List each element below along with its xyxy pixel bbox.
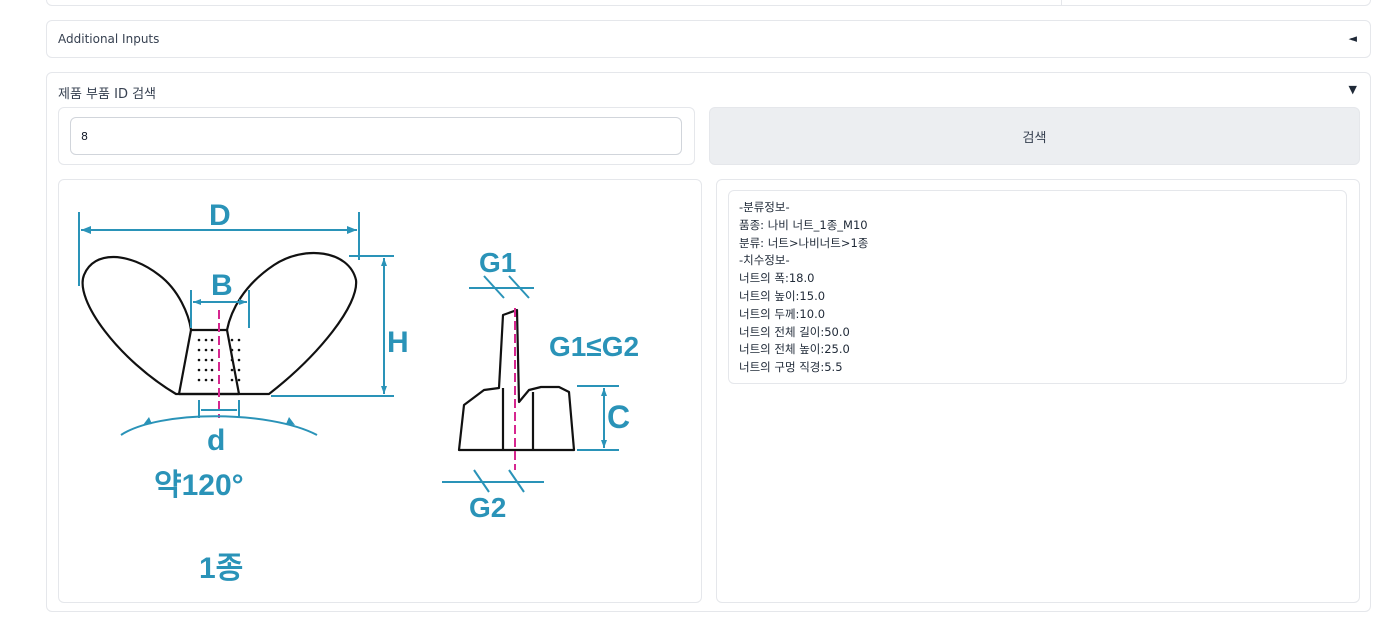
- label-angle: 약120°: [154, 469, 244, 502]
- label-b: B: [211, 269, 233, 302]
- caret-down-icon[interactable]: ▼: [1349, 83, 1357, 96]
- info-line: 너트의 폭:18.0: [739, 271, 815, 286]
- info-line: -치수정보-: [739, 253, 790, 268]
- search-button[interactable]: 검색: [709, 107, 1360, 165]
- info-line: 너트의 전체 길이:50.0: [739, 324, 850, 339]
- label-d-upper: D: [209, 199, 231, 232]
- accordion-title: Additional Inputs: [58, 32, 160, 46]
- info-line: -분류정보-: [739, 200, 790, 214]
- info-line: 품종: 나비 너트_1종_M10: [739, 217, 868, 232]
- info-line: 너트의 높이:15.0: [739, 288, 826, 303]
- info-line: 너트의 두께:10.0: [739, 306, 826, 321]
- label-g2: G2: [469, 492, 506, 523]
- accordion-title: 제품 부품 ID 검색: [58, 87, 157, 102]
- label-d-lower: d: [207, 424, 225, 457]
- label-h: H: [387, 326, 409, 359]
- label-g1: G1: [479, 247, 516, 278]
- image-output: D B H d 약120° 1종 G1 G2 G1≤G2 C: [58, 179, 702, 603]
- wing-nut-drawing: D B H d 약120° 1종 G1 G2 G1≤G2 C: [78, 199, 639, 585]
- caret-left-icon[interactable]: ◄: [1349, 32, 1357, 45]
- label-c: C: [607, 399, 630, 435]
- input-block: [58, 107, 695, 165]
- accordion-part-id-search: 제품 부품 ID 검색 ▼ 검색: [46, 72, 1371, 612]
- accordion-additional-inputs[interactable]: Additional Inputs ◄: [46, 20, 1371, 58]
- label-relation: G1≤G2: [549, 331, 639, 362]
- info-line: 너트의 구멍 직경:5.5: [739, 360, 843, 375]
- center-lines: [218, 308, 516, 470]
- previous-panel: [46, 0, 1371, 6]
- part-id-input[interactable]: [70, 117, 682, 155]
- info-textbox[interactable]: -분류정보- 품종: 나비 너트_1종_M10 분류: 너트>나비너트>1종 -…: [728, 190, 1347, 384]
- panel-divider: [1061, 0, 1062, 6]
- label-type: 1종: [199, 552, 243, 585]
- info-line: 분류: 너트>나비너트>1종: [739, 235, 869, 250]
- info-output: -분류정보- 품종: 나비 너트_1종_M10 분류: 너트>나비너트>1종 -…: [716, 179, 1360, 603]
- thread-hatch: [197, 338, 241, 382]
- info-line: 너트의 전체 높이:25.0: [739, 342, 850, 357]
- wing-nut-outline: [81, 251, 576, 452]
- dimension-arrows: [81, 226, 607, 448]
